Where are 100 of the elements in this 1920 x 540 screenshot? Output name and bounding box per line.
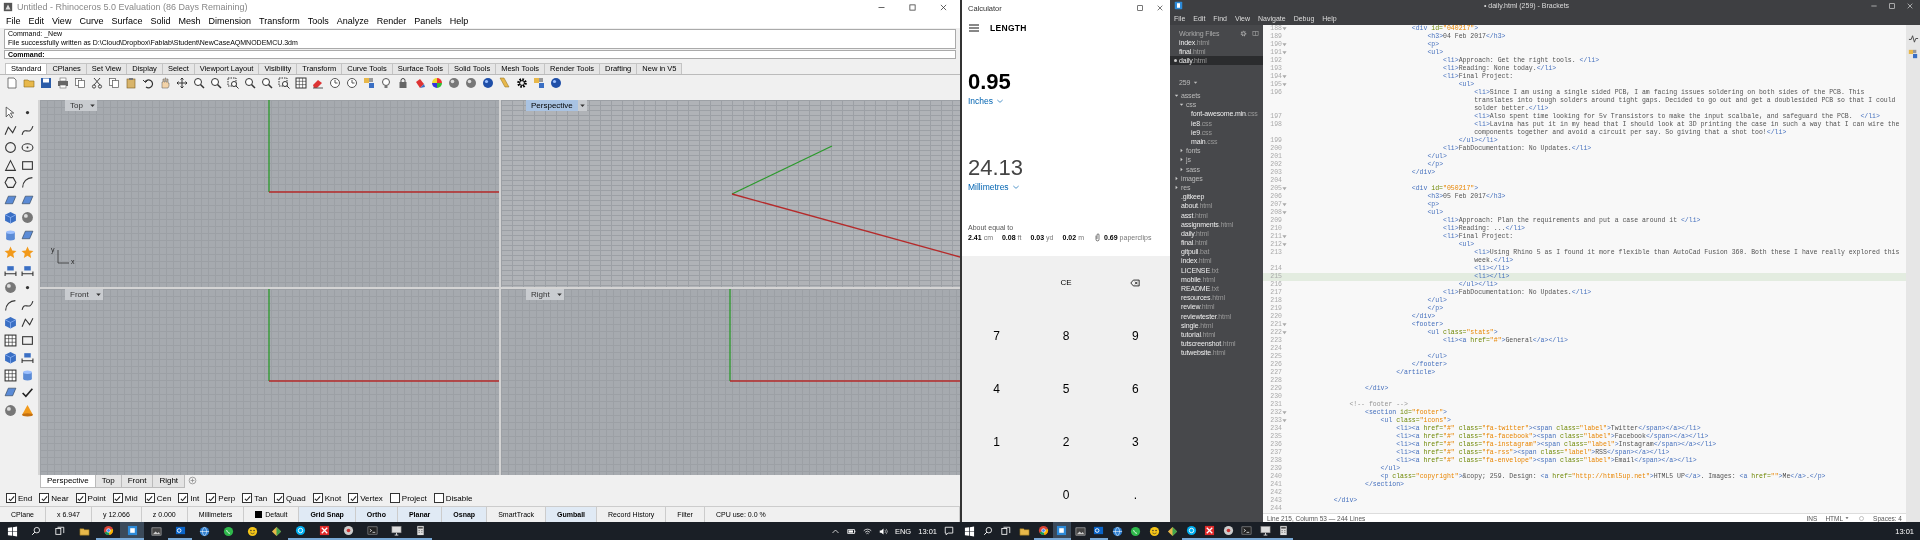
caret-icon[interactable] [554, 288, 564, 300]
arc-icon[interactable] [21, 176, 34, 190]
caret-icon[interactable] [577, 100, 587, 111]
key-button[interactable]: 1 [968, 421, 1026, 463]
zoom-icon[interactable] [193, 76, 205, 89]
check-icon[interactable] [21, 386, 34, 400]
blocks-icon[interactable] [533, 76, 545, 89]
viewport[interactable]: Right [501, 288, 960, 475]
osnap-checkbox[interactable]: Perp [206, 493, 236, 503]
taskbar-button[interactable] [1052, 522, 1071, 540]
copy-icon[interactable] [74, 76, 86, 89]
zoom-icon[interactable] [210, 76, 222, 89]
grid-icon[interactable] [4, 368, 17, 382]
rectangle-icon[interactable] [21, 158, 34, 172]
viewport[interactable]: Front [40, 288, 499, 475]
polygon-icon[interactable] [4, 176, 17, 190]
caret-icon[interactable] [1178, 101, 1185, 109]
viewport-tab[interactable]: Top [94, 475, 122, 488]
scissors-icon[interactable] [91, 76, 103, 89]
bulb-icon[interactable] [380, 76, 392, 89]
surface-icon[interactable] [21, 228, 34, 242]
caret-icon[interactable] [1173, 92, 1180, 100]
grid-icon[interactable] [4, 333, 17, 347]
menu-item[interactable]: File [2, 16, 25, 26]
ellipse-icon[interactable] [21, 141, 34, 155]
sphere-icon[interactable] [448, 76, 460, 89]
menu-item[interactable]: Dimension [204, 16, 255, 26]
menu-item[interactable]: Curve [75, 16, 108, 26]
dimension-icon[interactable] [4, 263, 17, 277]
key-button[interactable]: 3 [1106, 421, 1164, 463]
osnap-checkbox[interactable]: Near [39, 493, 69, 503]
polyline-icon[interactable] [21, 316, 34, 330]
menu-item[interactable]: Transform [255, 16, 304, 26]
folder-icon[interactable] [23, 76, 35, 89]
viewport-label[interactable]: Top [65, 100, 88, 111]
osnap-checkbox[interactable]: Cen [144, 493, 172, 503]
undo-arrow-icon[interactable] [142, 76, 154, 89]
menu-icon[interactable] [968, 22, 980, 34]
curve-icon[interactable] [21, 123, 34, 137]
menu-item[interactable]: Edit [24, 16, 49, 26]
dimension-icon[interactable] [21, 351, 34, 365]
sphere-icon[interactable] [465, 76, 477, 89]
menu-item[interactable]: View [48, 16, 76, 26]
save-icon[interactable] [40, 76, 52, 89]
viewport-tab[interactable]: Perspective [40, 475, 96, 488]
key-button[interactable]: 5 [1037, 368, 1095, 410]
windows-logo-icon[interactable] [963, 525, 975, 537]
menu-item[interactable]: Analyze [332, 16, 373, 26]
osnap-checkbox[interactable]: Knot [312, 493, 342, 503]
battery-icon[interactable] [846, 526, 856, 536]
menu-item[interactable]: Surface [107, 16, 147, 26]
task-view-icon[interactable] [1001, 526, 1012, 536]
zoom-window-icon[interactable] [227, 76, 239, 89]
maximize-icon[interactable] [1136, 4, 1144, 12]
menu-item[interactable]: Render [372, 16, 411, 26]
osnap-checkbox[interactable]: Point [75, 493, 106, 503]
osnap-checkbox[interactable]: Quad [274, 493, 306, 503]
blocks-icon[interactable] [363, 76, 375, 89]
osnap-checkbox[interactable]: Tan [242, 493, 268, 503]
windows-logo-icon[interactable] [6, 525, 18, 537]
cursor-icon[interactable] [4, 106, 17, 120]
osnap-checkbox[interactable]: Mid [112, 493, 138, 503]
cube-icon[interactable] [4, 211, 17, 225]
task-view-icon[interactable] [55, 526, 65, 536]
close-icon[interactable] [939, 2, 948, 12]
curve-icon[interactable] [21, 298, 34, 312]
paint-bucket-icon[interactable] [414, 76, 426, 89]
sphere-icon[interactable] [21, 211, 34, 225]
viewport-tab[interactable]: Right [152, 475, 186, 488]
cube-icon[interactable] [4, 351, 17, 365]
key-button[interactable]: 2 [1037, 421, 1095, 463]
rectangle-icon[interactable] [21, 333, 34, 347]
maximize-icon[interactable] [908, 2, 917, 12]
zoom-window-icon[interactable] [278, 76, 290, 89]
key-button[interactable]: CE [1037, 262, 1095, 304]
key-button[interactable]: 4 [968, 368, 1026, 410]
viewport-label[interactable]: Front [65, 288, 94, 300]
search-icon[interactable] [982, 526, 993, 536]
grid-icon[interactable] [295, 76, 307, 89]
menu-item[interactable]: Tools [303, 16, 333, 26]
arc-icon[interactable] [4, 298, 17, 312]
search-icon[interactable] [31, 526, 41, 536]
surface-icon[interactable] [4, 193, 17, 207]
key-button[interactable]: 8 [1037, 315, 1095, 357]
new-page-icon[interactable] [6, 76, 18, 89]
triangle-icon[interactable] [4, 158, 17, 172]
sphere-icon[interactable] [550, 76, 562, 89]
hand-icon[interactable] [159, 76, 171, 89]
circle-icon[interactable] [4, 141, 17, 155]
volume-icon[interactable] [878, 526, 888, 536]
lock-icon[interactable] [397, 76, 409, 89]
star-icon[interactable] [21, 246, 34, 260]
polyline-icon[interactable] [4, 123, 17, 137]
unit-dropdown[interactable]: Inches [968, 95, 994, 107]
dimension-icon[interactable] [21, 263, 34, 277]
clock-icon[interactable] [329, 76, 341, 89]
gear-icon[interactable] [516, 76, 528, 89]
split-view-icon[interactable] [1252, 29, 1259, 37]
surface-icon[interactable] [21, 193, 34, 207]
cube-icon[interactable] [4, 316, 17, 330]
